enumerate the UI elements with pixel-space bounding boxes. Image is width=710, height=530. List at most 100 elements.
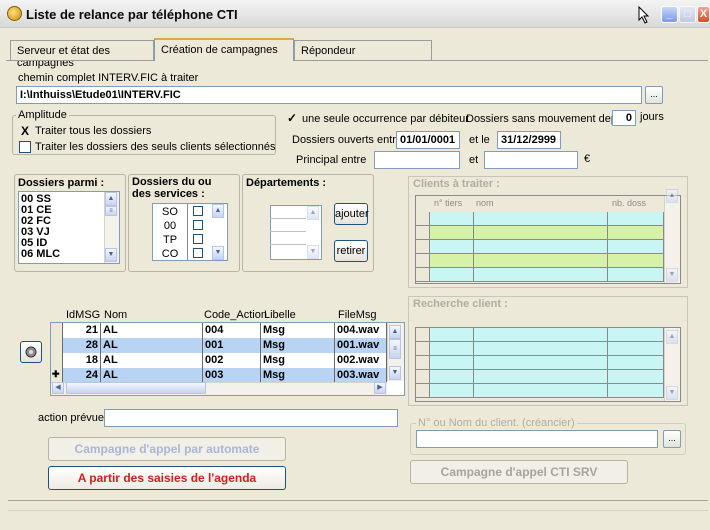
grid-cell [416,226,430,240]
departements-label: Départements : [246,177,327,189]
grid-cell [608,356,664,370]
principal-to-input[interactable] [484,151,578,169]
clients-selectionnes-check[interactable] [19,141,31,153]
maximize-button[interactable]: □ [679,6,696,23]
row-selector[interactable] [51,353,63,369]
scroll-up-icon[interactable]: ▲ [105,192,117,206]
grid-cell [416,342,430,356]
scroll-thumb-icon[interactable] [66,382,206,394]
tab-repondeur[interactable]: Répondeur [294,40,432,60]
agenda-button[interactable]: A partir des saisies de l'agenda [48,466,286,490]
recherche-grid-body [416,328,664,400]
client-search-input[interactable] [416,430,658,448]
table-cell-libelle: Msg [261,338,335,354]
table-cell-file: 004.wav [335,323,387,339]
table-row[interactable]: 18 AL 002 Msg 002.wav [51,353,387,369]
et-le-label: et le [469,134,490,146]
column-header: nb. doss [612,198,647,208]
list-item[interactable]: SO [153,206,187,218]
tab-divider [6,60,708,61]
row-selector[interactable] [51,338,63,354]
tous-dossiers-check[interactable]: X [19,125,31,137]
grid-cell [474,328,608,342]
action-prevue-input[interactable] [104,409,398,427]
grid-cell [416,356,430,370]
clients-traiter-label: Clients à traiter : [411,178,502,190]
grid-cell [608,384,664,398]
scroll-up-icon[interactable]: ▲ [212,204,224,218]
tab-serveur[interactable]: Serveur et état des campagnes [10,40,154,69]
grid-cell [430,240,474,254]
ajouter-button[interactable]: ajouter [334,203,369,225]
retirer-button[interactable]: retirer [334,240,368,262]
scroll-down-icon[interactable]: ▼ [389,366,401,380]
path-browse-button[interactable]: ... [645,86,663,104]
principal-label: Principal entre [296,154,367,166]
row-selector[interactable] [51,323,63,339]
principal-from-input[interactable] [374,151,460,169]
grid-cell [608,268,664,282]
ouverts-from-input[interactable]: 01/01/0001 [396,131,460,149]
campagne-automate-button[interactable]: Campagne d'appel par automate [48,437,286,461]
grid-cell [474,240,608,254]
list-item[interactable]: TP [153,234,187,246]
grid-cell [608,370,664,384]
scroll-thumb-icon[interactable]: ≡ [105,206,117,216]
close-button[interactable]: X [697,6,710,23]
scroll-up-icon[interactable]: ▲ [307,206,319,220]
seule-occurrence-check[interactable]: ✓ [286,112,298,124]
service-checkbox[interactable] [193,206,203,216]
service-checkbox[interactable] [193,220,203,230]
scroll-up-icon[interactable]: ▲ [389,325,401,339]
amplitude-legend: Amplitude [16,109,69,121]
table-row[interactable]: 21 AL 004 Msg 004.wav [51,323,387,339]
grid-cell [430,226,474,240]
column-header-code-action: Code_Action [204,309,267,321]
scroll-down-icon[interactable]: ▼ [307,245,319,259]
grid-cell [430,328,474,342]
scroll-down-icon[interactable]: ▼ [105,248,117,262]
campagne-cti-button[interactable]: Campagne d'appel CTI SRV [410,460,628,484]
row-divider [270,218,306,219]
scroll-down-icon[interactable]: ▼ [666,268,678,282]
column-header-nom: Nom [104,309,128,321]
grid-cell [608,342,664,356]
play-message-button[interactable] [20,341,42,363]
messages-table-body: 21 AL 004 Msg 004.wav 28 AL 001 Msg 001.wav 18 AL 00… [51,323,387,389]
principal-et-label: et [469,154,479,166]
grid-cell [416,268,430,282]
tab-creation[interactable]: Création de campagnes [154,38,294,61]
service-checkbox[interactable] [193,248,203,258]
path-label: chemin complet INTERV.FIC à traiter [18,72,199,84]
jours-label: jours [640,111,664,123]
services-label: Dossiers du ou des services : [132,176,212,200]
client-search-browse-button[interactable]: ... [663,430,681,448]
list-item[interactable]: CO [153,248,187,260]
grid-cell [608,226,664,240]
scroll-down-icon[interactable]: ▼ [666,386,678,400]
scroll-right-icon[interactable]: ▶ [374,382,386,394]
table-cell-nom: AL [101,323,203,339]
grid-cell [416,370,430,384]
clients-selectionnes-label: Traiter les dossiers des seuls clients s… [35,141,276,153]
column-header: nom [476,198,494,208]
service-checkbox[interactable] [193,234,203,244]
table-cell-nom: AL [101,338,203,354]
column-header: n° tiers [434,198,463,208]
grid-cell [430,384,474,398]
list-item[interactable]: 00 [153,220,187,232]
table-row[interactable]: 28 AL 001 Msg 001.wav [51,338,387,354]
grid-cell [474,384,608,398]
scroll-thumb-icon[interactable]: ≡ [389,339,401,359]
grid-cell [430,254,474,268]
scroll-left-icon[interactable]: ◀ [52,382,64,394]
sans-mouvement-input[interactable]: 0 [612,110,636,126]
scroll-down-icon[interactable]: ▼ [212,246,224,260]
ouverts-to-input[interactable]: 31/12/2999 [497,131,561,149]
table-cell-code: 004 [203,323,261,339]
scroll-up-icon[interactable]: ▲ [666,330,678,344]
path-input[interactable]: I:\Inthuiss\Etude01\INTERV.FIC [16,86,642,104]
minimize-button[interactable]: _ [661,6,678,23]
scroll-up-icon[interactable]: ▲ [666,189,678,203]
grid-cell [474,356,608,370]
